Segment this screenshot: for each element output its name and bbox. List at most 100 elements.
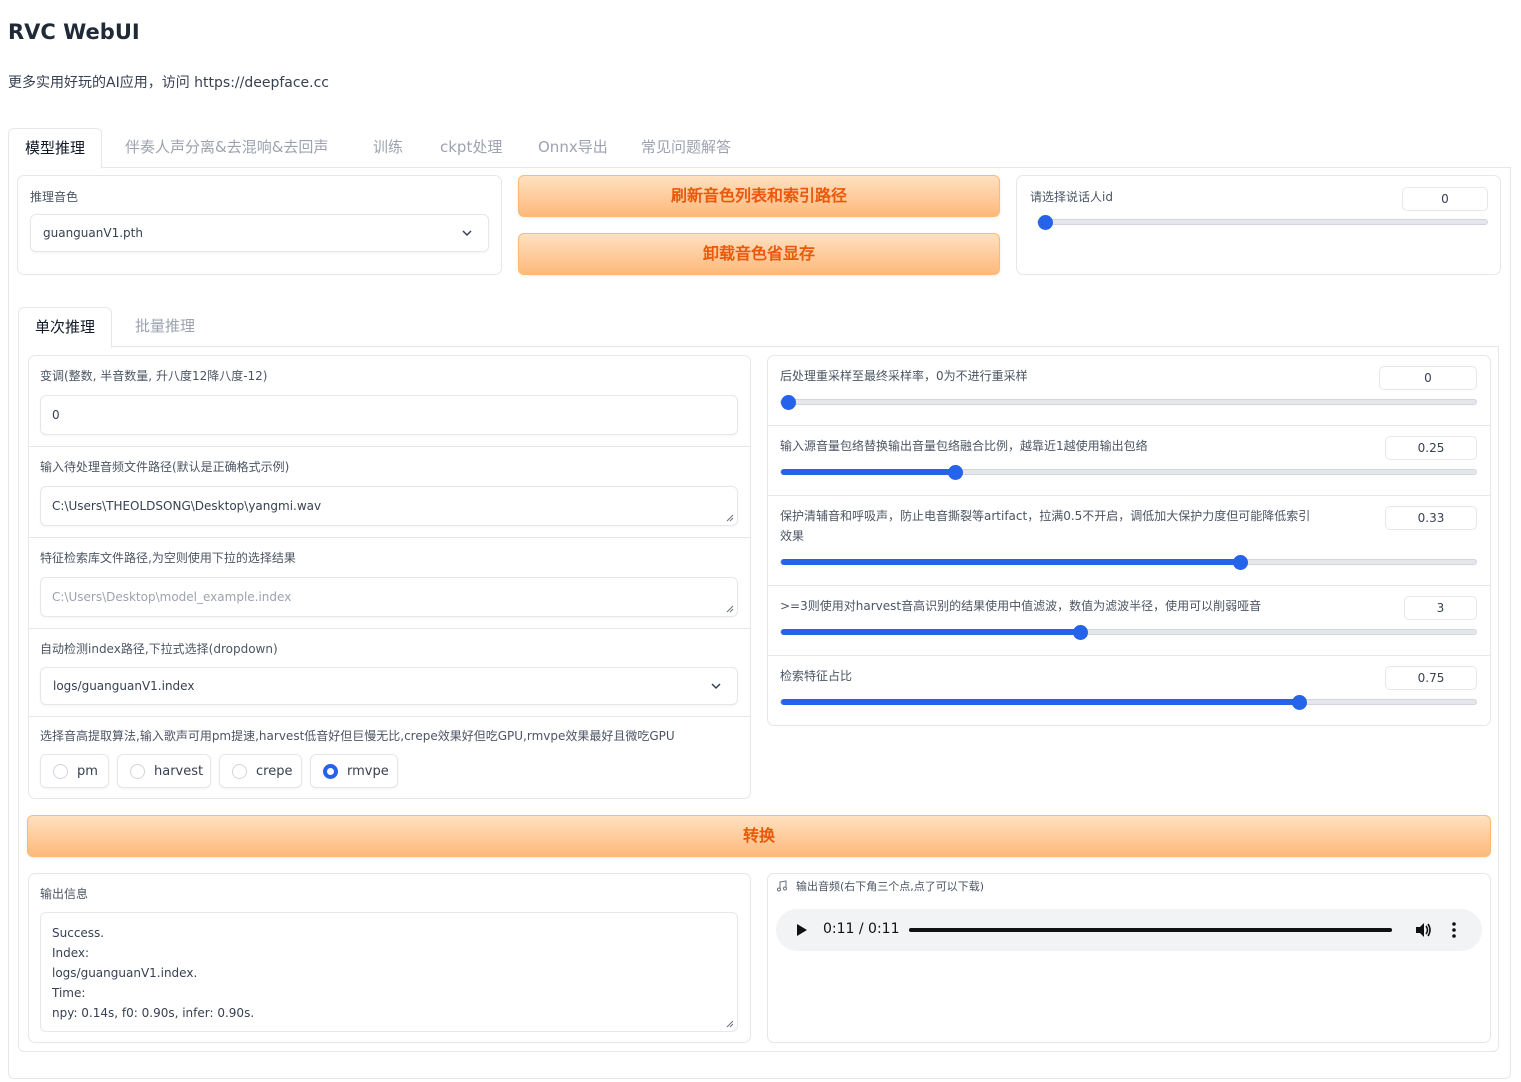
tab-single-inference[interactable]: 单次推理 (18, 307, 113, 348)
slider-thumb[interactable] (1072, 625, 1088, 640)
rms-mix-label: 输入源音量包络替换输出音量包络融合比例，越靠近1越使用输出包络 (780, 439, 1148, 453)
radio-circle-checked (323, 764, 338, 779)
radio-label: rmvpe (347, 764, 389, 779)
radio-circle (53, 764, 68, 779)
resize-handle-icon[interactable] (726, 514, 734, 522)
tab-model-inference[interactable]: 模型推理 (8, 128, 103, 169)
index-rate-input[interactable]: 0.75 (1385, 666, 1477, 690)
app-title: RVC WebUI (8, 20, 140, 44)
slider-thumb[interactable] (947, 465, 963, 480)
output-line: logs/guanguanV1.index. (52, 966, 198, 980)
convert-button[interactable]: 转换 (27, 815, 1491, 857)
post-process-box (767, 355, 1491, 726)
voice-dropdown[interactable]: guanguanV1.pth (30, 214, 489, 252)
resample-input[interactable]: 0 (1379, 366, 1477, 390)
input-path-field[interactable]: C:\Users\THEOLDSONG\Desktop\yangmi.wav (40, 486, 738, 526)
filter-radius-slider[interactable] (780, 625, 1477, 640)
speaker-id-slider[interactable] (1037, 215, 1488, 230)
protect-label-cont: 效果 (780, 529, 805, 543)
radio-circle (130, 764, 145, 779)
speaker-id-label: 请选择说话人id (1030, 190, 1113, 204)
protect-label: 保护清辅音和呼吸声，防止电音撕裂等artifact，拉满0.5不开启，调低加大保… (780, 509, 1311, 523)
auto-index-dropdown[interactable]: logs/guanguanV1.index (40, 667, 738, 705)
filter-radius-input[interactable]: 3 (1404, 596, 1477, 620)
radio-label: pm (77, 764, 98, 779)
tab-onnx-export[interactable]: Onnx导出 (538, 128, 608, 168)
radio-harvest[interactable]: harvest (117, 754, 211, 788)
tab-batch-inference[interactable]: 批量推理 (135, 307, 195, 347)
voice-dropdown-value: guanguanV1.pth (43, 226, 143, 240)
rms-mix-slider[interactable] (780, 465, 1477, 480)
slider-fill (781, 699, 1299, 705)
chevron-down-icon (711, 683, 721, 690)
main-tab-bar: 模型推理 伴奏人声分离&去混响&去回声 训练 ckpt处理 Onnx导出 常见问… (8, 128, 1511, 169)
speaker-id-input[interactable]: 0 (1402, 187, 1488, 211)
output-audio-label: 输出音频(右下角三个点,点了可以下载) (796, 880, 985, 893)
tab-vocal-separation[interactable]: 伴奏人声分离&去混响&去回声 (125, 128, 328, 168)
filter-radius-label: >=3则使用对harvest音高识别的结果使用中值滤波，数值为滤波半径，使用可以… (780, 599, 1262, 613)
output-line: Time: (52, 986, 86, 1000)
radio-circle (232, 764, 247, 779)
resample-slider[interactable] (780, 395, 1477, 410)
audio-player: 0:11 / 0:11 (776, 909, 1482, 951)
chevron-down-icon (462, 230, 472, 237)
volume-icon[interactable] (1414, 921, 1432, 939)
radio-pm[interactable]: pm (40, 754, 109, 788)
slider-thumb[interactable] (781, 395, 796, 410)
auto-index-value: logs/guanguanV1.index (53, 679, 195, 693)
index-rate-label: 检索特征占比 (780, 669, 853, 683)
radio-label: crepe (256, 764, 293, 779)
output-line: Success. (52, 926, 105, 940)
rms-mix-input[interactable]: 0.25 (1385, 436, 1477, 460)
input-path-value: C:\Users\THEOLDSONG\Desktop\yangmi.wav (52, 499, 322, 513)
transpose-value: 0 (52, 408, 60, 422)
divider (768, 425, 1490, 426)
index-path-field[interactable]: C:\Users\Desktop\model_example.index (40, 577, 738, 617)
resize-handle-icon[interactable] (726, 1020, 734, 1028)
transpose-input[interactable]: 0 (40, 395, 738, 435)
divider (768, 495, 1490, 496)
slider-thumb[interactable] (1291, 695, 1307, 710)
music-note-icon (777, 880, 787, 892)
index-rate-slider[interactable] (780, 695, 1477, 710)
tab-training[interactable]: 训练 (373, 128, 403, 168)
radio-rmvpe[interactable]: rmvpe (310, 754, 398, 788)
divider (768, 655, 1490, 656)
voice-select-label: 推理音色 (30, 190, 79, 204)
sub-tab-bar: 单次推理 批量推理 (18, 307, 1499, 348)
slider-fill (781, 559, 1240, 565)
slider-thumb[interactable] (1038, 215, 1053, 230)
slider-thumb[interactable] (1232, 555, 1248, 570)
divider (29, 537, 750, 538)
output-audio-box (767, 873, 1491, 1043)
index-path-label: 特征检索库文件路径,为空则使用下拉的选择结果 (40, 551, 296, 565)
resize-handle-icon[interactable] (726, 605, 734, 613)
divider (29, 628, 750, 629)
slider-fill (781, 629, 1080, 635)
tab-faq[interactable]: 常见问题解答 (641, 128, 731, 168)
divider (768, 585, 1490, 586)
play-icon[interactable] (796, 923, 808, 937)
auto-index-label: 自动检测index路径,下拉式选择(dropdown) (40, 642, 278, 656)
divider (29, 716, 750, 717)
unload-voice-button[interactable]: 卸载音色省显存 (518, 233, 1000, 275)
radio-crepe[interactable]: crepe (219, 754, 302, 788)
speaker-id-box: 请选择说话人id 0 (1016, 175, 1501, 275)
refresh-voice-list-button[interactable]: 刷新音色列表和索引路径 (518, 175, 1000, 217)
app-description: 更多实用好玩的AI应用，访问 https://deepface.cc (8, 75, 330, 91)
radio-label: harvest (154, 764, 204, 779)
divider (29, 446, 750, 447)
output-info-label: 输出信息 (40, 887, 89, 901)
audio-progress-track[interactable] (909, 928, 1392, 932)
more-vert-icon[interactable] (1451, 921, 1457, 939)
output-line: npy: 0.14s, f0: 0.90s, infer: 0.90s. (52, 1006, 255, 1020)
protect-input[interactable]: 0.33 (1385, 506, 1477, 530)
tab-ckpt-processing[interactable]: ckpt处理 (440, 128, 502, 168)
audio-progress-fill (909, 928, 1392, 932)
protect-slider[interactable] (780, 555, 1477, 570)
input-path-label: 输入待处理音频文件路径(默认是正确格式示例) (40, 460, 290, 474)
voice-select-box: 推理音色 guanguanV1.pth (17, 175, 502, 275)
output-info-textarea[interactable]: Success. Index: logs/guanguanV1.index. T… (40, 912, 738, 1032)
index-path-placeholder: C:\Users\Desktop\model_example.index (52, 590, 292, 604)
audio-time: 0:11 / 0:11 (823, 921, 900, 937)
